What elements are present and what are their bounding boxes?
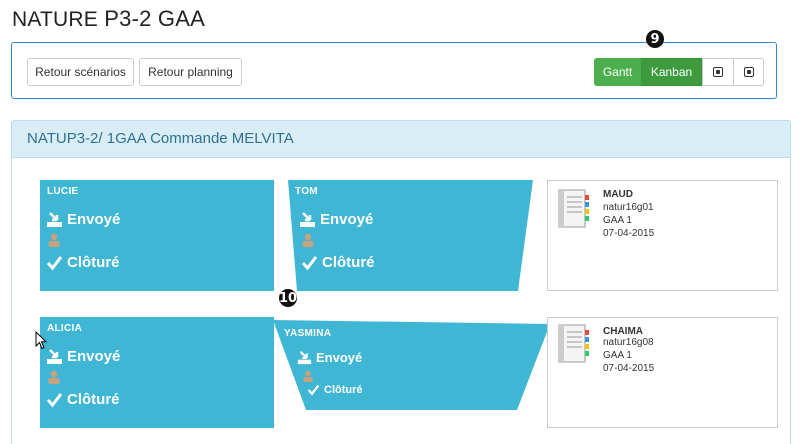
binder-icon <box>558 189 589 228</box>
binder-icon <box>558 324 589 363</box>
square-dot-icon <box>743 67 754 77</box>
card-name: YASMINA <box>284 328 332 339</box>
status-closed: Clôturé <box>67 391 120 408</box>
user-icon <box>302 233 314 247</box>
member-card-chaima[interactable]: CHAIMA natur16g08 GAA 1 07-04-2015 <box>547 317 778 428</box>
member-date: 07-04-2015 <box>603 228 655 239</box>
check-icon <box>46 392 63 407</box>
status-sent: Envoyé <box>67 211 121 228</box>
send-tray-icon <box>47 212 62 227</box>
status-sent: Envoyé <box>316 350 363 365</box>
check-icon <box>301 255 318 270</box>
toolbar: Retour scénarios Retour planning Gantt K… <box>11 42 777 99</box>
status-closed: Clôturé <box>324 384 363 396</box>
status-sent: Envoyé <box>320 211 374 228</box>
panel-title: NATUP3-2/ 1GAA Commande MELVITA <box>27 130 294 147</box>
member-code: natur16g01 <box>603 202 654 213</box>
view-option-button-1[interactable] <box>702 58 734 86</box>
status-sent: Envoyé <box>67 348 121 365</box>
send-tray-icon <box>300 212 315 227</box>
panel-header: NATUP3-2/ 1GAA Commande MELVITA <box>12 121 790 158</box>
square-dot-icon <box>713 67 723 77</box>
kanban-card-alicia[interactable]: ALICIA Envoyé Clôturé <box>40 317 274 428</box>
kanban-card-yasmina[interactable]: YASMINA Envoyé Clôturé <box>273 317 550 410</box>
view-option-button-2[interactable] <box>733 58 764 86</box>
gantt-button[interactable]: Gantt <box>594 58 641 86</box>
kanban-card-lucie[interactable]: LUCIE Envoyé Clôturé <box>40 180 274 291</box>
user-icon <box>48 233 60 247</box>
send-tray-icon <box>297 350 312 365</box>
member-name: CHAIMA <box>603 326 643 337</box>
card-name: TOM <box>295 186 318 197</box>
member-date: 07-04-2015 <box>603 363 655 374</box>
check-icon <box>307 384 320 396</box>
member-card-maud[interactable]: MAUD natur16g01 GAA 1 07-04-2015 <box>547 180 778 291</box>
member-group: GAA 1 <box>603 215 632 226</box>
check-icon <box>46 255 63 270</box>
member-code: natur16g08 <box>603 337 654 348</box>
page-title: NATURE P3-2 GAA <box>12 6 205 31</box>
user-icon <box>48 370 60 384</box>
mouse-cursor-icon <box>35 331 48 350</box>
back-to-planning-button[interactable]: Retour planning <box>139 58 242 86</box>
card-name: ALICIA <box>47 323 83 334</box>
member-name: MAUD <box>603 189 633 200</box>
annotation-badge-9: 9 <box>646 30 664 48</box>
status-closed: Clôturé <box>67 254 120 271</box>
annotation-badge-10: 10 <box>278 289 298 307</box>
kanban-button[interactable]: Kanban <box>641 58 702 86</box>
card-name: LUCIE <box>47 186 79 197</box>
kanban-card-tom[interactable]: TOM Envoyé Clôturé <box>288 180 533 291</box>
member-group: GAA 1 <box>603 350 632 361</box>
back-to-scenarios-button[interactable]: Retour scénarios <box>27 58 134 86</box>
send-tray-icon <box>47 349 62 364</box>
user-icon <box>303 370 313 382</box>
status-closed: Clôturé <box>322 254 375 271</box>
